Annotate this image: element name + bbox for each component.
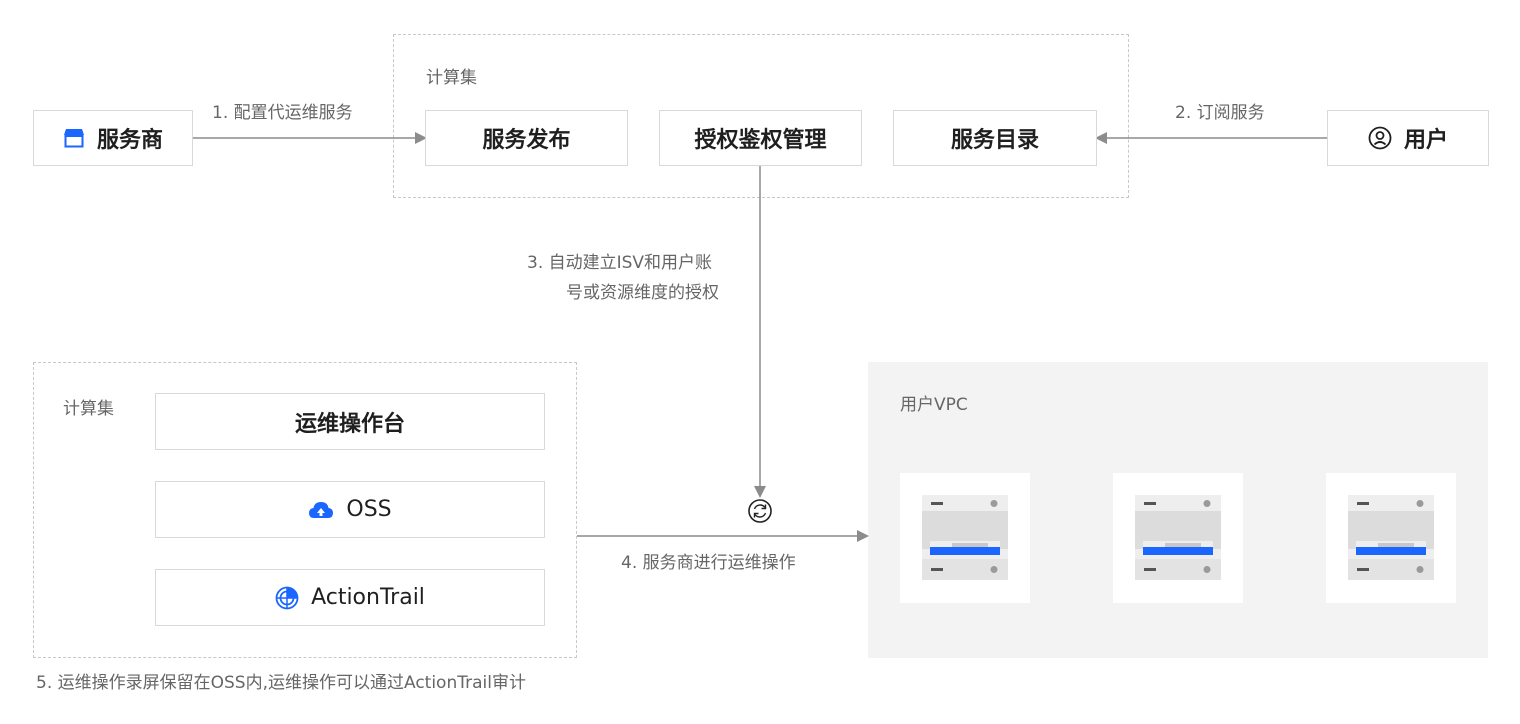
cloud-icon [309, 501, 334, 518]
auth-management-label: 授权鉴权管理 [694, 128, 827, 153]
actiontrail-node: ActionTrail [155, 569, 545, 626]
radar-icon [275, 586, 299, 609]
store-icon [63, 129, 84, 148]
step1-label: 1. 配置代运维服务 [212, 103, 353, 123]
step2-label: 2. 订阅服务 [1175, 103, 1265, 123]
service-provider-node: 服务商 [33, 110, 193, 166]
service-catalog-label: 服务目录 [950, 128, 1039, 153]
oss-node: OSS [155, 481, 545, 538]
service-catalog-node: 服务目录 [893, 110, 1097, 166]
step5-label: 5. 运维操作录屏保留在OSS内,运维操作可以通过ActionTrail审计 [36, 673, 526, 693]
service-publish-node: 服务发布 [425, 110, 628, 166]
user-circle-icon [1368, 126, 1392, 150]
auth-management-node: 授权鉴权管理 [659, 110, 862, 166]
step3-label-line2: 号或资源维度的授权 [566, 283, 719, 303]
ops-console-node: 运维操作台 [155, 393, 545, 450]
ops-console-label: 运维操作台 [294, 411, 405, 437]
oss-label: OSS [346, 497, 392, 522]
refresh-cycle-icon [748, 499, 772, 523]
step3-label-line1: 3. 自动建立ISV和用户账 [527, 253, 713, 273]
actiontrail-label: ActionTrail [311, 585, 425, 610]
user-node: 用户 [1327, 110, 1489, 166]
service-provider-label: 服务商 [96, 128, 163, 153]
user-label: 用户 [1403, 128, 1448, 153]
step4-label: 4. 服务商进行运维操作 [621, 553, 796, 573]
service-publish-label: 服务发布 [482, 128, 571, 153]
